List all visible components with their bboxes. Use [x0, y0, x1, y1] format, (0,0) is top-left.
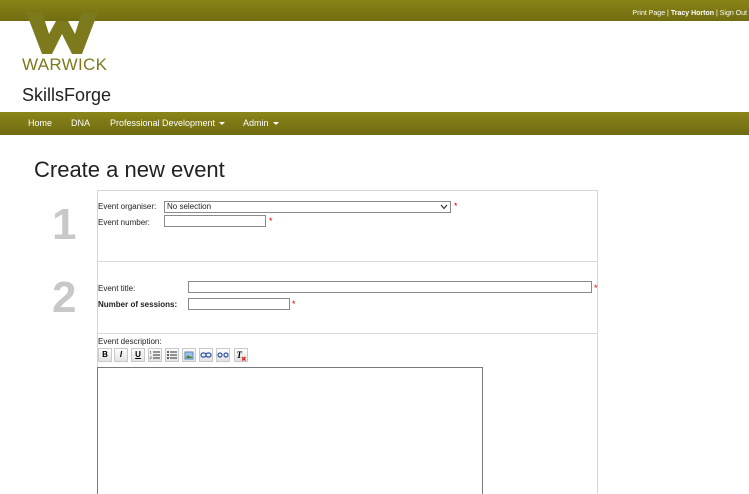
section-divider	[97, 261, 598, 262]
required-marker: *	[454, 201, 458, 211]
required-marker: *	[292, 299, 296, 309]
top-bar: Print Page | Tracy Horton | Sign Out	[0, 0, 749, 21]
nav-professional-development[interactable]: Professional Development	[110, 118, 226, 128]
event-organiser-label: Event organiser:	[98, 202, 157, 211]
caret-down-icon	[219, 122, 226, 126]
svg-text:T: T	[237, 350, 243, 360]
svg-text:1: 1	[150, 350, 153, 355]
event-title-label: Event title:	[98, 284, 136, 293]
underline-glyph: U	[135, 350, 141, 359]
event-number-input[interactable]	[164, 215, 266, 227]
nav-dna-label: DNA	[71, 118, 91, 128]
event-number-label: Event number:	[98, 218, 151, 227]
print-page-link[interactable]: Print Page	[632, 10, 665, 17]
step-number-1: 1	[52, 200, 77, 249]
bullet-list-icon[interactable]	[165, 348, 179, 362]
chevron-down-icon	[440, 204, 448, 210]
warwick-logo-icon	[26, 12, 98, 54]
required-marker: *	[594, 283, 598, 293]
app-name: SkillsForge	[22, 85, 112, 105]
required-marker: *	[269, 216, 273, 226]
top-links: Print Page | Tracy Horton | Sign Out	[632, 10, 747, 17]
link-glyph	[200, 352, 212, 358]
svg-text:2: 2	[150, 355, 153, 360]
numbered-list-icon[interactable]: 12	[148, 348, 162, 362]
italic-icon[interactable]: I	[114, 348, 128, 362]
nav-home[interactable]: Home	[28, 118, 52, 128]
user-name-link[interactable]: Tracy Horton	[671, 10, 714, 17]
caret-down-icon	[272, 122, 279, 126]
section-divider	[97, 333, 598, 334]
image-icon[interactable]	[182, 348, 196, 362]
nav-home-label: Home	[28, 118, 53, 128]
warwick-wordmark: WARWICK	[22, 55, 108, 74]
unlink-icon[interactable]	[216, 348, 230, 362]
main-nav: Home DNA Professional Development Admin	[0, 112, 749, 135]
sign-out-link[interactable]: Sign Out	[720, 10, 747, 17]
event-organiser-select[interactable]: No selection	[164, 201, 451, 213]
link-icon[interactable]	[199, 348, 213, 362]
underline-icon[interactable]: U	[131, 348, 145, 362]
event-description-label: Event description:	[98, 337, 162, 346]
remove-format-icon[interactable]: T	[234, 348, 248, 362]
italic-glyph: I	[119, 350, 123, 359]
step-number-2: 2	[52, 273, 77, 322]
bold-icon[interactable]: B	[98, 348, 112, 362]
number-of-sessions-label: Number of sessions:	[98, 300, 178, 309]
image-glyph	[184, 351, 194, 360]
unlink-glyph	[217, 352, 229, 358]
separator: |	[715, 10, 718, 17]
bold-glyph: B	[102, 350, 108, 359]
nav-dna[interactable]: DNA	[71, 118, 90, 128]
separator: |	[667, 10, 669, 17]
event-organiser-value: No selection	[167, 202, 212, 211]
nav-admin[interactable]: Admin	[243, 118, 279, 128]
nav-professional-development-label: Professional Development	[110, 118, 216, 128]
page-title: Create a new event	[34, 157, 225, 182]
nav-admin-label: Admin	[243, 118, 269, 128]
bullet-list-glyph	[167, 351, 177, 359]
event-description-editor[interactable]	[97, 367, 483, 494]
number-of-sessions-input[interactable]	[188, 298, 290, 310]
event-title-input[interactable]	[188, 281, 592, 293]
remove-format-glyph: T	[237, 350, 246, 361]
numbered-list-glyph: 12	[150, 350, 160, 360]
